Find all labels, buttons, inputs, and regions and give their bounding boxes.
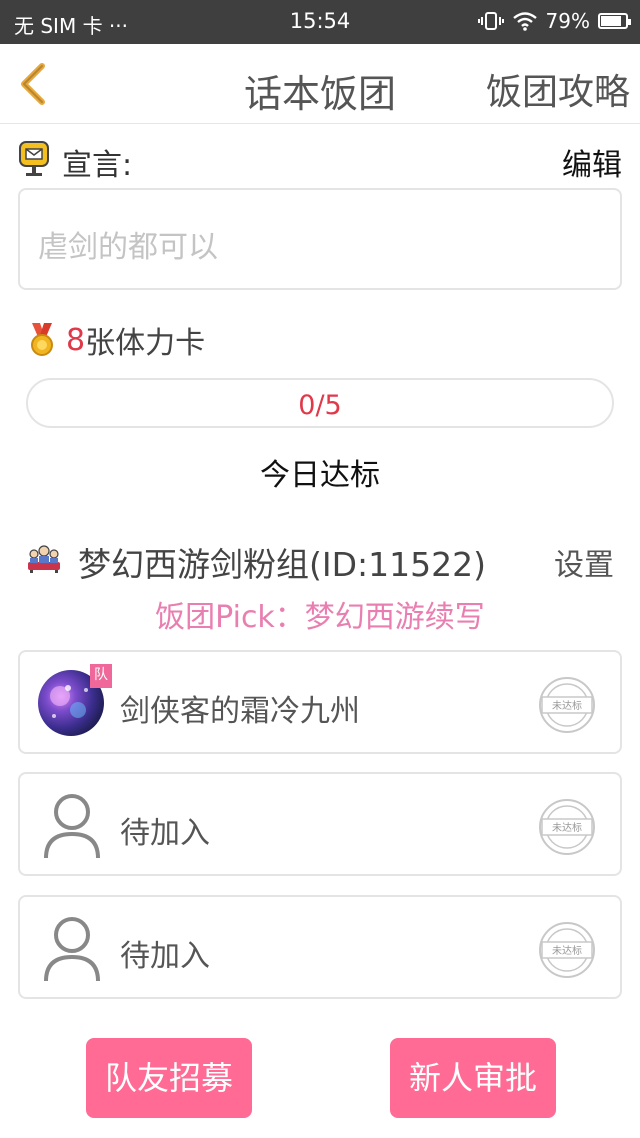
- edit-button[interactable]: 编辑: [562, 140, 622, 184]
- empty-user-icon: [44, 794, 100, 859]
- group-settings-button[interactable]: 设置: [554, 540, 614, 584]
- group-people-icon: [28, 545, 60, 573]
- member-card[interactable]: 待加入 未达标: [18, 895, 622, 999]
- member-card[interactable]: 队 剑侠客的霜冷九州 未达标: [18, 650, 622, 754]
- unqualified-stamp-icon: 未达标: [539, 922, 595, 978]
- battery-icon: [598, 13, 631, 29]
- wifi-icon: [512, 12, 537, 31]
- declaration-field[interactable]: 虐剑的都可以: [18, 188, 622, 290]
- approve-button[interactable]: 新人审批: [390, 1038, 556, 1118]
- group-header: 梦幻西游剑粉组(ID:11522) 设置: [26, 536, 616, 584]
- unqualified-stamp-icon: 未达标: [539, 677, 595, 733]
- vibrate-icon: [477, 12, 504, 30]
- mailbox-icon: [19, 141, 49, 176]
- status-bar: 无 SIM 卡 ··· 15:54 79%: [0, 0, 640, 44]
- stamina-count: 8: [66, 322, 86, 358]
- progress-text: 0/5: [298, 390, 342, 421]
- stamp-text: 未达标: [552, 945, 582, 957]
- nav-bar: 话本饭团 饭团攻略: [0, 44, 640, 124]
- member-name: 剑侠客的霜冷九州: [120, 694, 360, 729]
- group-name: 梦幻西游剑粉组(ID:11522): [78, 545, 486, 584]
- declaration-text: 虐剑的都可以: [38, 230, 218, 265]
- recruit-button[interactable]: 队友招募: [86, 1038, 252, 1118]
- empty-user-icon: [44, 917, 100, 982]
- declaration-header: 宣言: 编辑: [18, 138, 622, 183]
- member-name: 待加入: [120, 816, 210, 851]
- group-pick-label[interactable]: 饭团Pick：梦幻西游续写: [0, 592, 640, 636]
- medal-icon: [31, 323, 53, 356]
- member-name: 待加入: [120, 939, 210, 974]
- today-target-label: 今日达标: [260, 458, 380, 493]
- stamp-text: 未达标: [552, 822, 582, 834]
- stamina-row: 8 张体力卡: [28, 322, 205, 361]
- captain-badge: 队: [90, 664, 112, 688]
- battery-percent: 79%: [545, 9, 590, 33]
- member-card[interactable]: 待加入 未达标: [18, 772, 622, 876]
- declaration-label: 宣言:: [62, 148, 133, 183]
- stamina-label: 张体力卡: [85, 326, 206, 361]
- daily-progress-bar: 0/5: [26, 378, 614, 428]
- status-icons: 79%: [477, 9, 631, 33]
- stamp-text: 未达标: [552, 700, 582, 712]
- guide-link[interactable]: 饭团攻略: [486, 63, 630, 115]
- unqualified-stamp-icon: 未达标: [539, 799, 595, 855]
